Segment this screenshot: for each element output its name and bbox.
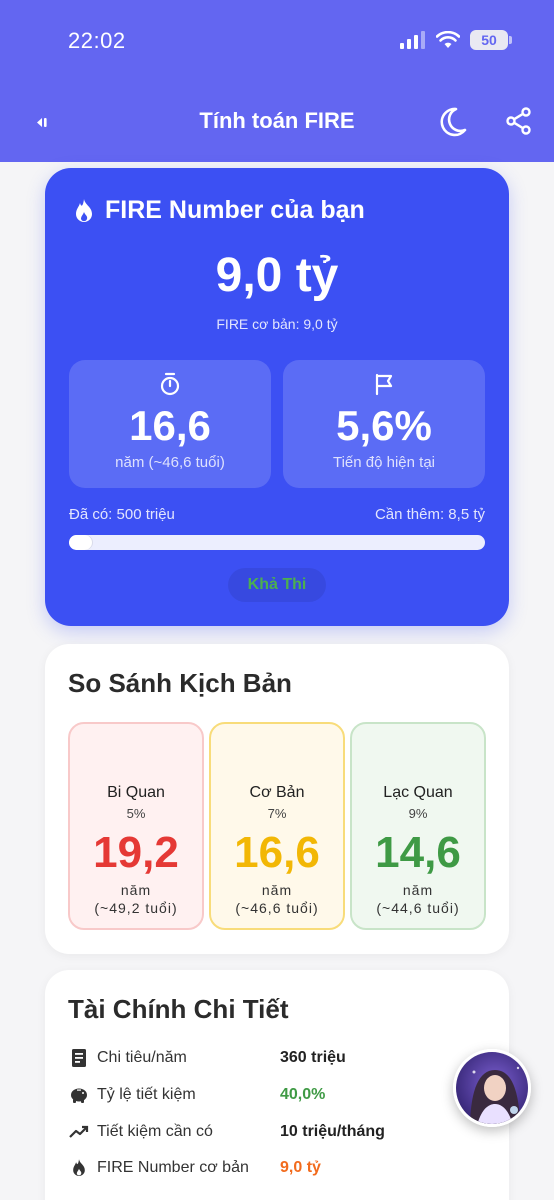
assistant-avatar-button[interactable] (453, 1049, 531, 1127)
fire-icon (76, 198, 92, 222)
financial-details-card: Tài Chính Chi Tiết Chi tiêu/năm 360 triệ… (45, 970, 509, 1200)
scenario-years: 16,6 (234, 828, 320, 877)
timer-icon (160, 372, 180, 396)
scenario-unit: năm (261, 882, 293, 898)
scenario-comparison-card: So Sánh Kịch Bản Bi Quan 5% 19,2 năm (~4… (45, 644, 509, 954)
progress-bar (69, 535, 485, 550)
piggy-bank-icon (71, 1088, 87, 1103)
scenario-optimistic[interactable]: Lạc Quan 9% 14,6 năm (~44,6 tuổi) (350, 722, 486, 930)
finance-row-spending: Chi tiêu/năm 360 triệu (67, 1044, 487, 1072)
feasibility-badge: Khả Thi (228, 568, 326, 602)
scenario-name: Lạc Quan (383, 784, 453, 801)
trending-up-icon (69, 1125, 89, 1138)
progress-stat: 5,6% Tiến độ hiện tại (283, 360, 485, 488)
scenario-age: (~44,6 tuổi) (376, 900, 460, 916)
status-time: 22:02 (68, 28, 126, 53)
fire-card-header: FIRE Number của bạn (73, 196, 365, 225)
finance-value: 10 triệu/tháng (280, 1123, 385, 1140)
battery-indicator: 50 (470, 30, 512, 50)
scenario-base[interactable]: Cơ Bản 7% 16,6 năm (~46,6 tuổi) (209, 722, 345, 930)
page-title: Tính toán FIRE (199, 108, 355, 133)
scenario-name: Bi Quan (107, 784, 165, 801)
scenario-name: Cơ Bản (249, 784, 305, 801)
scenario-unit: năm (402, 882, 434, 898)
scenario-pessimistic[interactable]: Bi Quan 5% 19,2 năm (~49,2 tuổi) (68, 722, 204, 930)
fire-number-amount: 9,0 tỷ (215, 249, 339, 302)
scenario-rate: 5% (126, 806, 146, 821)
fire-base-label: FIRE cơ bản: 9,0 tỷ (216, 316, 338, 332)
scenario-age: (~49,2 tuổi) (94, 900, 178, 916)
finance-label: Tiết kiệm cần có (97, 1123, 213, 1140)
fire-number-card: FIRE Number của bạn 9,0 tỷ FIRE cơ bản: … (45, 168, 509, 626)
progress-label: Tiến độ hiện tại (332, 454, 435, 471)
scenario-rate: 7% (267, 806, 287, 821)
signal-icon (400, 31, 425, 49)
share-icon (506, 107, 531, 135)
finance-row-savings-rate: Tỷ lệ tiết kiệm 40,0% (67, 1081, 487, 1109)
finance-row-savings-needed: Tiết kiệm cần có 10 triệu/tháng (67, 1118, 487, 1146)
years-stat: 16,6 năm (~46,6 tuổi) (69, 360, 271, 488)
finance-value: 40,0% (280, 1086, 326, 1103)
finance-value: 360 triệu (280, 1049, 346, 1066)
wifi-icon (436, 31, 460, 48)
app-header: 22:02 50 Tính toán FIRE (0, 0, 554, 162)
share-button[interactable] (504, 106, 534, 136)
progress-value: 5,6% (336, 402, 432, 449)
finance-label: Tỷ lệ tiết kiệm (97, 1086, 196, 1103)
finance-card-title: Tài Chính Chi Tiết (68, 994, 289, 1024)
scenario-card-title: So Sánh Kịch Bản (68, 668, 292, 698)
scenario-years: 14,6 (375, 828, 461, 877)
fire-card-title: FIRE Number của bạn (105, 196, 365, 224)
status-icons: 50 (400, 30, 512, 50)
scenario-unit: năm (120, 882, 152, 898)
finance-value: 9,0 tỷ (280, 1159, 321, 1176)
moon-icon (440, 107, 467, 137)
flag-icon (375, 373, 393, 396)
finance-row-fire-base: FIRE Number cơ bản 9,0 tỷ (67, 1154, 487, 1182)
scenario-rate: 9% (408, 806, 428, 821)
assistant-avatar-image (456, 1052, 528, 1124)
years-label: năm (~46,6 tuổi) (115, 454, 225, 471)
dark-mode-button[interactable] (434, 104, 470, 140)
have-amount-label: Đã có: 500 triệu (69, 506, 175, 523)
finance-label: Chi tiêu/năm (97, 1049, 187, 1066)
receipt-icon (72, 1049, 86, 1067)
finance-label: FIRE Number cơ bản (97, 1159, 249, 1176)
progress-bar-fill (69, 535, 93, 550)
scenario-age: (~46,6 tuổi) (235, 900, 319, 916)
need-amount-label: Cần thêm: 8,5 tỷ (374, 506, 485, 523)
scenario-years: 19,2 (93, 828, 179, 877)
years-value: 16,6 (129, 402, 211, 449)
fire-icon (73, 1159, 85, 1176)
